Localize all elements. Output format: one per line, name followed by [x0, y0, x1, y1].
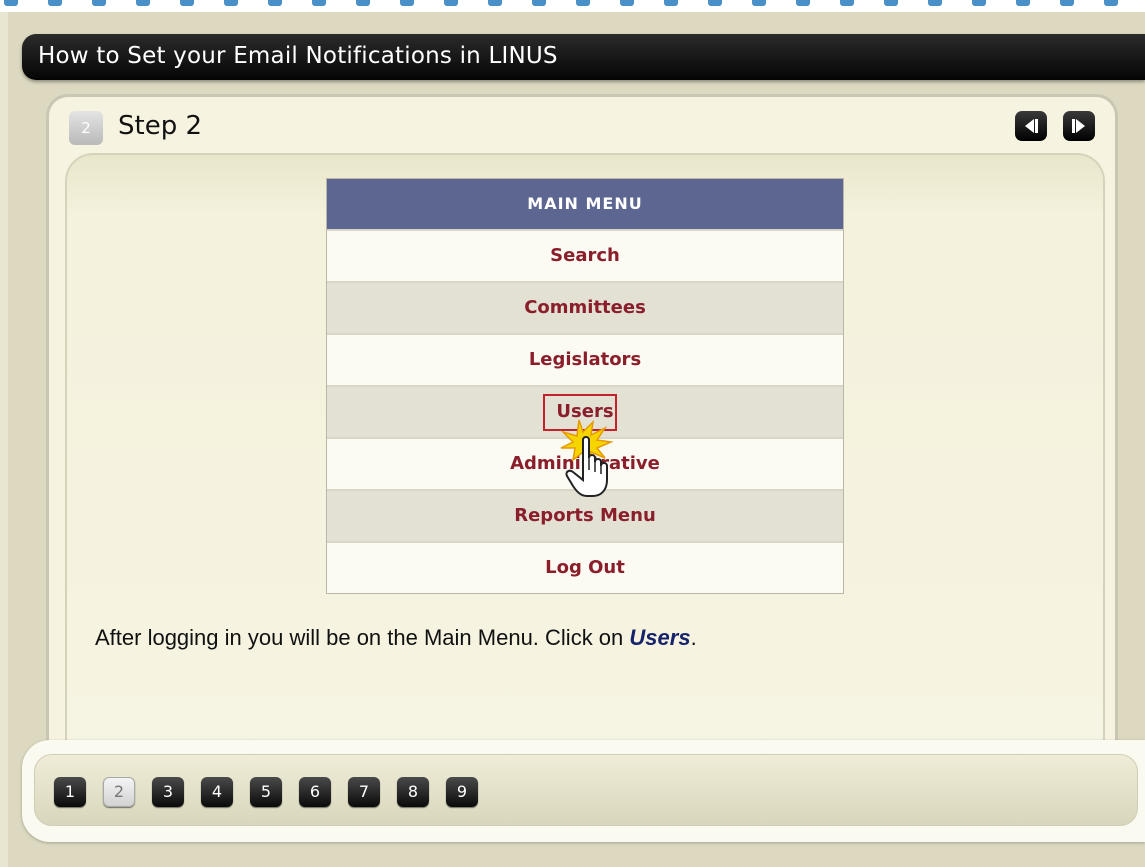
- top-dash-mark: [664, 0, 678, 6]
- page-button-8[interactable]: 8: [397, 777, 429, 807]
- top-dash-mark: [224, 0, 238, 6]
- step-pagination-tray: 1 2 3 4 5 6 7 8 9: [34, 754, 1138, 826]
- top-dash-mark: [972, 0, 986, 6]
- top-dash-mark: [4, 0, 18, 6]
- menu-item-search[interactable]: Search: [327, 229, 843, 281]
- page-button-9[interactable]: 9: [446, 777, 478, 807]
- step-panel: 2 Step 2 MAIN MENU Search Committees Leg…: [46, 94, 1118, 757]
- next-step-icon: [1072, 119, 1085, 133]
- page-button-1[interactable]: 1: [54, 777, 86, 807]
- top-dash-mark: [400, 0, 414, 6]
- menu-item-users[interactable]: Users: [327, 385, 843, 437]
- top-dash-mark: [312, 0, 326, 6]
- top-dash-mark: [136, 0, 150, 6]
- top-dash-mark: [928, 0, 942, 6]
- top-dash-mark: [268, 0, 282, 6]
- top-dash-mark: [840, 0, 854, 6]
- step-title: Step 2: [118, 111, 203, 141]
- page-button-4[interactable]: 4: [201, 777, 233, 807]
- main-menu-header: MAIN MENU: [327, 179, 843, 229]
- prev-step-icon: [1025, 119, 1038, 133]
- top-dash-mark: [1104, 0, 1118, 6]
- title-bar: How to Set your Email Notifications in L…: [22, 34, 1145, 80]
- page-button-5[interactable]: 5: [250, 777, 282, 807]
- step-pagination: 1 2 3 4 5 6 7 8 9: [54, 777, 478, 807]
- instruction-text: After logging in you will be on the Main…: [95, 625, 697, 651]
- top-dash-mark: [796, 0, 810, 6]
- footer-bar: 1 2 3 4 5 6 7 8 9: [22, 740, 1145, 842]
- menu-item-administrative[interactable]: Administrative: [327, 437, 843, 489]
- menu-item-log-out[interactable]: Log Out: [327, 541, 843, 593]
- prev-step-button[interactable]: [1015, 111, 1047, 141]
- window-title: How to Set your Email Notifications in L…: [38, 43, 558, 69]
- menu-item-reports-menu[interactable]: Reports Menu: [327, 489, 843, 541]
- top-dash-mark: [576, 0, 590, 6]
- top-dash-mark: [1016, 0, 1030, 6]
- step-header: 2 Step 2: [69, 111, 1099, 147]
- main-menu: MAIN MENU Search Committees Legislators …: [326, 178, 844, 594]
- instruction-before: After logging in you will be on the Main…: [95, 625, 630, 650]
- next-step-button[interactable]: [1063, 111, 1095, 141]
- top-dash-mark: [356, 0, 370, 6]
- click-highlight-box: [543, 394, 617, 431]
- top-dash-mark: [444, 0, 458, 6]
- top-dash-mark: [180, 0, 194, 6]
- top-dash-mark: [92, 0, 106, 6]
- menu-item-legislators[interactable]: Legislators: [327, 333, 843, 385]
- top-dash-mark: [532, 0, 546, 6]
- top-dash-mark: [488, 0, 502, 6]
- top-decorative-strip: [0, 0, 1145, 12]
- top-dash-mark: [48, 0, 62, 6]
- page-button-2[interactable]: 2: [103, 777, 135, 807]
- instruction-after: .: [690, 625, 697, 650]
- top-dash-mark: [1060, 0, 1074, 6]
- page-button-6[interactable]: 6: [299, 777, 331, 807]
- top-dash-mark: [708, 0, 722, 6]
- content-area: MAIN MENU Search Committees Legislators …: [65, 153, 1105, 757]
- top-dash-mark: [752, 0, 766, 6]
- menu-item-committees[interactable]: Committees: [327, 281, 843, 333]
- page-button-7[interactable]: 7: [348, 777, 380, 807]
- instruction-emphasis: Users: [629, 625, 691, 650]
- page-button-3[interactable]: 3: [152, 777, 184, 807]
- step-number-badge: 2: [69, 111, 103, 145]
- top-dash-mark: [620, 0, 634, 6]
- top-dash-mark: [884, 0, 898, 6]
